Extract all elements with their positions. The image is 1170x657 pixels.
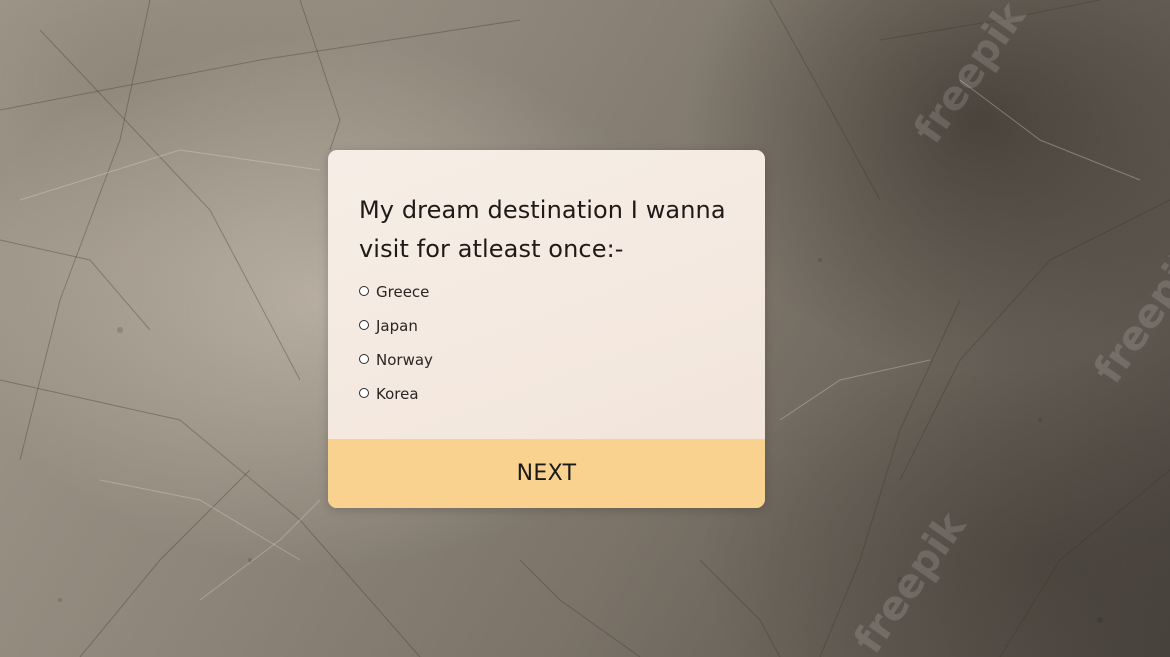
- option-label: Norway: [376, 351, 433, 369]
- radio-button[interactable]: [359, 320, 369, 330]
- radio-button[interactable]: [359, 286, 369, 296]
- watermark: freepik: [845, 504, 975, 657]
- radio-button[interactable]: [359, 354, 369, 364]
- quiz-card: My dream destination I wanna visit for a…: [328, 150, 765, 508]
- option-label: Greece: [376, 283, 430, 301]
- watermark: freepik: [1085, 234, 1170, 392]
- quiz-card-body: My dream destination I wanna visit for a…: [328, 150, 765, 439]
- option-korea[interactable]: Korea: [359, 377, 739, 411]
- answer-options: Greece Japan Norway Korea: [359, 275, 739, 411]
- question-title: My dream destination I wanna visit for a…: [359, 196, 726, 263]
- watermark: freepik: [905, 0, 1035, 152]
- option-japan[interactable]: Japan: [359, 309, 739, 343]
- option-label: Japan: [376, 317, 418, 335]
- option-label: Korea: [376, 385, 419, 403]
- radio-button[interactable]: [359, 388, 369, 398]
- option-greece[interactable]: Greece: [359, 275, 739, 309]
- option-norway[interactable]: Norway: [359, 343, 739, 377]
- next-button[interactable]: NEXT: [328, 439, 765, 508]
